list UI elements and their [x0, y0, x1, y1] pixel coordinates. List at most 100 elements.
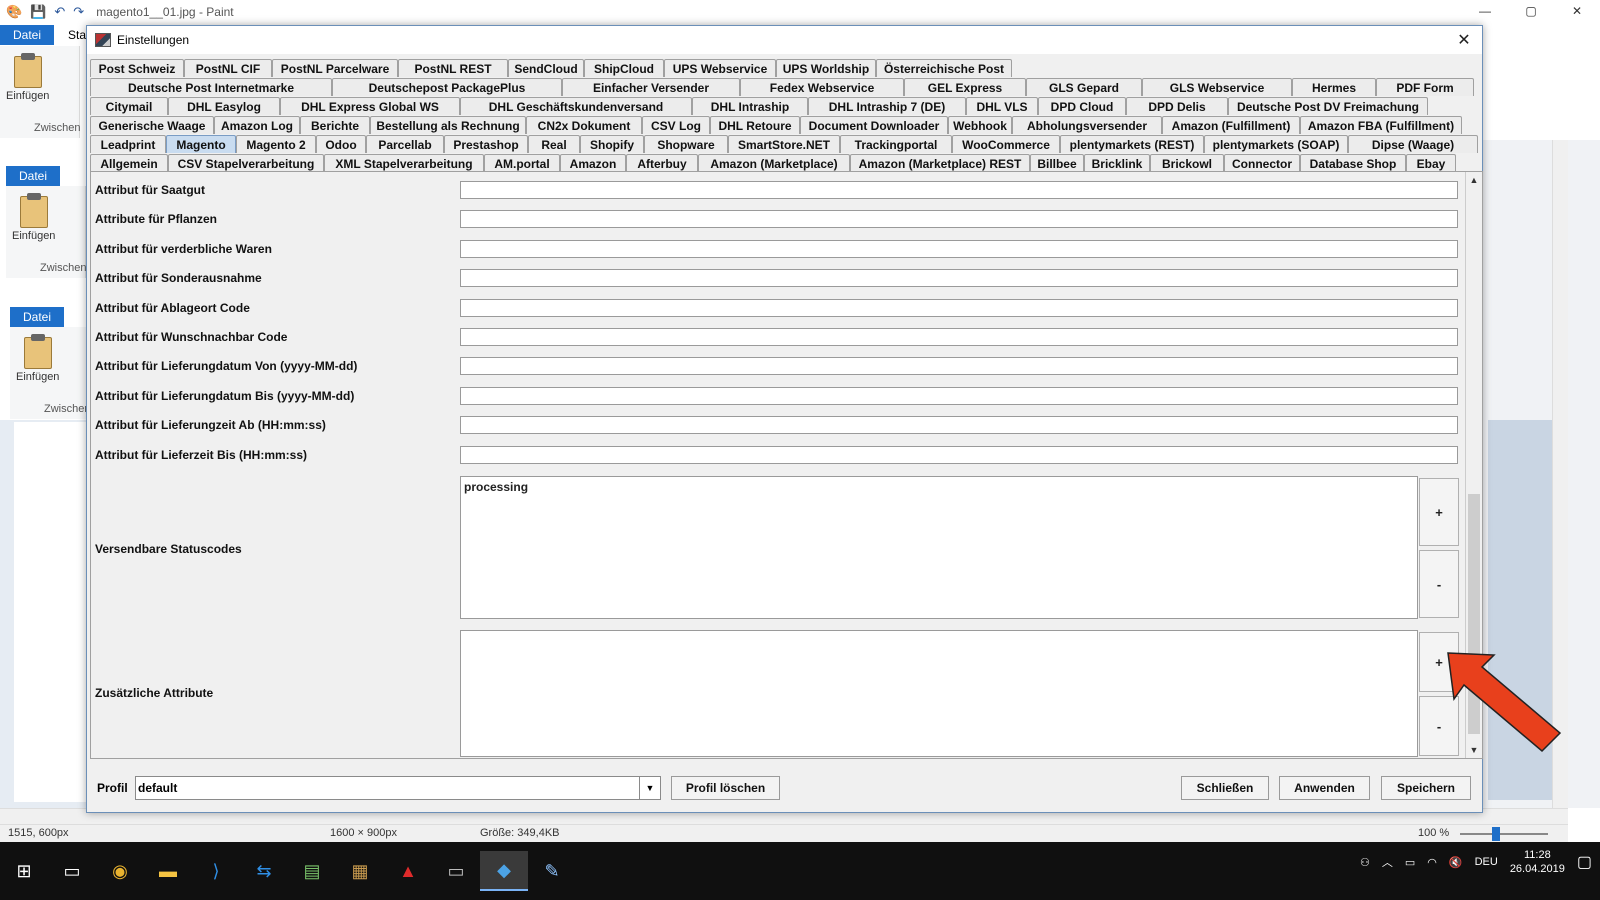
java-app-icon[interactable]: ◆ [480, 851, 528, 891]
maximize-icon[interactable]: ▢ [1508, 0, 1554, 22]
chevron-down-icon[interactable]: ▼ [639, 777, 660, 799]
undo-icon[interactable]: ↶ [54, 4, 65, 20]
zoom-slider-thumb[interactable] [1492, 827, 1500, 841]
tab-österreichische-post[interactable]: Österreichische Post [876, 59, 1012, 77]
tab-pdf-form[interactable]: PDF Form [1376, 78, 1474, 96]
tab-gls-gepard[interactable]: GLS Gepard [1026, 78, 1142, 96]
tab-dpd-delis[interactable]: DPD Delis [1126, 97, 1228, 115]
datei-tab[interactable]: Datei [0, 25, 54, 45]
paste-icon-2[interactable] [20, 193, 48, 228]
profile-combobox[interactable]: default [135, 776, 661, 800]
battery-icon[interactable]: ▭ [1405, 856, 1415, 869]
dialog-close-icon[interactable]: ✕ [1454, 30, 1474, 50]
tab-postnl-rest[interactable]: PostNL REST [398, 59, 508, 77]
tab-csv-log[interactable]: CSV Log [642, 116, 710, 134]
notepad-icon[interactable]: ▤ [288, 851, 336, 891]
status-codes-list[interactable]: processing [460, 476, 1418, 619]
tab-magento-2[interactable]: Magento 2 [236, 135, 316, 153]
tab-smartstore-net[interactable]: SmartStore.NET [728, 135, 840, 153]
attribute-input[interactable] [460, 445, 1458, 464]
apply-button[interactable]: Anwenden [1279, 776, 1370, 800]
close-icon[interactable]: ✕ [1554, 0, 1600, 22]
tab-csv-stapelverarbeitung[interactable]: CSV Stapelverarbeitung [168, 154, 324, 172]
tab-dhl-intraship[interactable]: DHL Intraship [692, 97, 808, 115]
tab-webhook[interactable]: Webhook [948, 116, 1012, 134]
paint-taskbar-icon[interactable]: ✎ [528, 851, 576, 891]
start-tab[interactable]: Sta [68, 28, 86, 42]
tab-odoo[interactable]: Odoo [316, 135, 366, 153]
tab-abholungsversender[interactable]: Abholungsversender [1012, 116, 1162, 134]
chrome-icon[interactable]: ◉ [96, 851, 144, 891]
tab-ups-worldship[interactable]: UPS Worldship [776, 59, 876, 77]
tab-magento[interactable]: Magento [166, 135, 236, 153]
tab-trackingportal[interactable]: Trackingportal [840, 135, 952, 153]
notification-icon[interactable]: ▢ [1577, 852, 1592, 872]
tab-afterbuy[interactable]: Afterbuy [626, 154, 698, 172]
tab-postnl-parcelware[interactable]: PostNL Parcelware [272, 59, 398, 77]
vscode-icon[interactable]: ⟩ [192, 851, 240, 891]
tab-shipcloud[interactable]: ShipCloud [584, 59, 664, 77]
scroll-up-icon[interactable]: ▲ [1466, 172, 1482, 188]
tab-shopware[interactable]: Shopware [644, 135, 728, 153]
tab-leadprint[interactable]: Leadprint [90, 135, 166, 153]
tab-plentymarkets-soap[interactable]: plentymarkets (SOAP) [1204, 135, 1348, 153]
tab-dhl-express-global-ws[interactable]: DHL Express Global WS [280, 97, 460, 115]
tab-woocommerce[interactable]: WooCommerce [952, 135, 1060, 153]
close-button[interactable]: Schließen [1181, 776, 1269, 800]
save-button[interactable]: Speichern [1381, 776, 1471, 800]
tab-billbee[interactable]: Billbee [1030, 154, 1084, 172]
redo-icon[interactable]: ↷ [73, 4, 84, 20]
tab-dhl-retoure[interactable]: DHL Retoure [710, 116, 800, 134]
tab-document-downloader[interactable]: Document Downloader [800, 116, 948, 134]
tab-sendcloud[interactable]: SendCloud [508, 59, 584, 77]
tab-plentymarkets-rest[interactable]: plentymarkets (REST) [1060, 135, 1204, 153]
tab-connector[interactable]: Connector [1224, 154, 1300, 172]
tab-gls-webservice[interactable]: GLS Webservice [1142, 78, 1292, 96]
acrobat-icon[interactable]: ▲ [384, 851, 432, 891]
tab-dipse-waage[interactable]: Dipse (Waage) [1348, 135, 1478, 153]
minimize-icon[interactable]: — [1462, 0, 1508, 22]
tab-dhl-easylog[interactable]: DHL Easylog [168, 97, 280, 115]
tab-einfacher-versender[interactable]: Einfacher Versender [562, 78, 740, 96]
attribute-input[interactable] [460, 298, 1458, 317]
attribute-input[interactable] [460, 239, 1458, 258]
attribute-input[interactable] [460, 386, 1458, 405]
tab-ebay[interactable]: Ebay [1406, 154, 1456, 172]
teamviewer-icon[interactable]: ⇆ [240, 851, 288, 891]
tab-post-schweiz[interactable]: Post Schweiz [90, 59, 184, 77]
tab-parcellab[interactable]: Parcellab [366, 135, 444, 153]
attribute-input[interactable] [460, 416, 1458, 435]
tab-deutschepost-packageplus[interactable]: Deutschepost PackagePlus [332, 78, 562, 96]
tab-dhl-intraship-7-de[interactable]: DHL Intraship 7 (DE) [808, 97, 966, 115]
zoom-slider[interactable] [1460, 833, 1548, 835]
status-codes-remove-button[interactable]: - [1419, 550, 1459, 618]
save-icon[interactable]: 💾 [30, 4, 46, 20]
volume-icon[interactable]: 🔇 [1449, 856, 1463, 869]
attribute-input[interactable] [460, 210, 1458, 229]
tab-ups-webservice[interactable]: UPS Webservice [664, 59, 776, 77]
tab-prestashop[interactable]: Prestashop [444, 135, 528, 153]
tab-dpd-cloud[interactable]: DPD Cloud [1038, 97, 1126, 115]
tab-deutsche-post-internetmarke[interactable]: Deutsche Post Internetmarke [90, 78, 332, 96]
clock[interactable]: 11:28 26.04.2019 [1510, 848, 1565, 876]
datei-tab-2[interactable]: Datei [6, 166, 60, 186]
tab-dhl-vls[interactable]: DHL VLS [966, 97, 1038, 115]
task-view-icon[interactable]: ▭ [48, 851, 96, 891]
keyboard-language[interactable]: DEU [1475, 856, 1498, 868]
delete-profile-button[interactable]: Profil löschen [671, 776, 780, 800]
tab-dhl-geschäftskundenversand[interactable]: DHL Geschäftskundenversand [460, 97, 692, 115]
paste-icon[interactable] [14, 53, 42, 88]
archive-icon[interactable]: ▦ [336, 851, 384, 891]
tab-cn2x-dokument[interactable]: CN2x Dokument [526, 116, 642, 134]
tab-brickowl[interactable]: Brickowl [1150, 154, 1224, 172]
paste-icon-3[interactable] [24, 334, 52, 369]
tray-chevron-icon[interactable]: ︿ [1382, 854, 1393, 870]
tab-bestellung-als-rechnung[interactable]: Bestellung als Rechnung [370, 116, 526, 134]
tab-fedex-webservice[interactable]: Fedex Webservice [740, 78, 904, 96]
attribute-input[interactable] [460, 269, 1458, 288]
tab-am-portal[interactable]: AM.portal [484, 154, 560, 172]
tab-amazon[interactable]: Amazon [560, 154, 626, 172]
datei-tab-3[interactable]: Datei [10, 307, 64, 327]
tab-bricklink[interactable]: Bricklink [1084, 154, 1150, 172]
tab-amazon-marketplace-rest[interactable]: Amazon (Marketplace) REST [850, 154, 1030, 172]
